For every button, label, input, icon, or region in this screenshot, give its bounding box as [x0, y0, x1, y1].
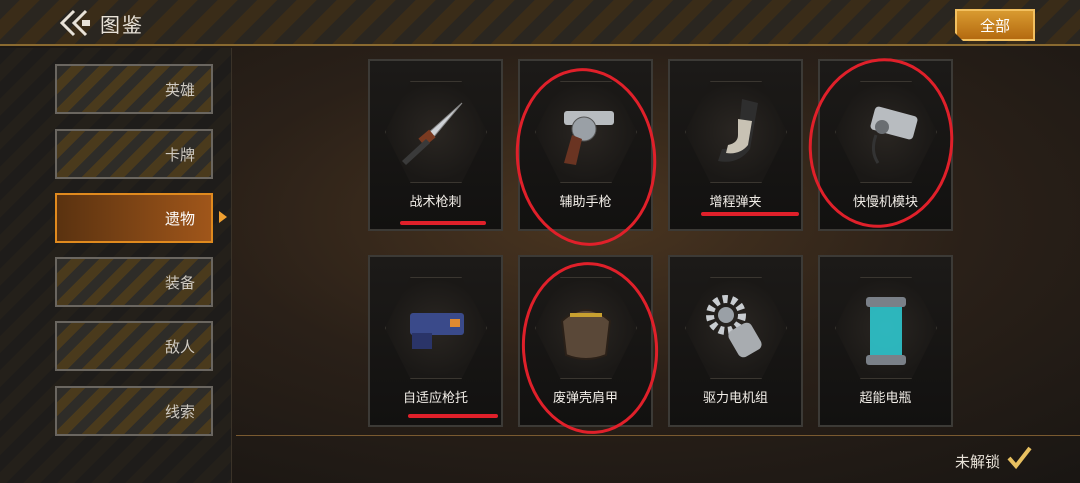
annotation-underline [408, 414, 498, 418]
sidebar-item-enemies[interactable]: 敌人 [55, 321, 213, 371]
divider [236, 435, 1080, 436]
checkmark-icon[interactable] [1005, 444, 1033, 472]
active-indicator-arrow-icon [219, 211, 227, 223]
sidebar-item-heroes[interactable]: 英雄 [55, 64, 213, 114]
top-bar: 图鉴 全部 [0, 0, 1080, 46]
page-title: 图鉴 [100, 13, 144, 37]
magazine-icon [718, 99, 758, 162]
annotation-underline [400, 221, 486, 225]
relic-card-adaptive-stock[interactable]: 自适应枪托 [368, 255, 503, 427]
sidebar-item-cards[interactable]: 卡牌 [55, 129, 213, 179]
motor-gear-icon [706, 295, 762, 358]
locked-filter-label: 未解锁 [955, 453, 1001, 471]
sidebar-item-relics[interactable]: 遗物 [55, 193, 213, 243]
relic-name: 驱力电机组 [702, 391, 768, 406]
relic-card-psionic-battery[interactable]: 超能电瓶 [818, 255, 953, 427]
bayonet-knife-icon [402, 102, 463, 165]
sidebar-item-clues[interactable]: 线索 [55, 386, 213, 436]
filter-all-button[interactable]: 全部 [955, 9, 1035, 41]
relic-name: 增程弹夹 [709, 195, 762, 210]
relic-name: 战术枪刺 [409, 195, 462, 210]
relic-card-drive-motor[interactable]: 驱力电机组 [668, 255, 803, 427]
gun-stock-icon [410, 313, 464, 349]
relic-card-tactical-bayonet[interactable]: 战术枪刺 [368, 59, 503, 231]
sidebar-item-equipment[interactable]: 装备 [55, 257, 213, 307]
relic-name: 自适应枪托 [402, 391, 468, 406]
annotation-underline [701, 212, 799, 216]
energy-battery-icon [866, 297, 906, 365]
back-arrow-icon[interactable] [58, 8, 92, 38]
relic-name: 超能电瓶 [859, 391, 912, 406]
relic-card-extended-magazine[interactable]: 增程弹夹 [668, 59, 803, 231]
